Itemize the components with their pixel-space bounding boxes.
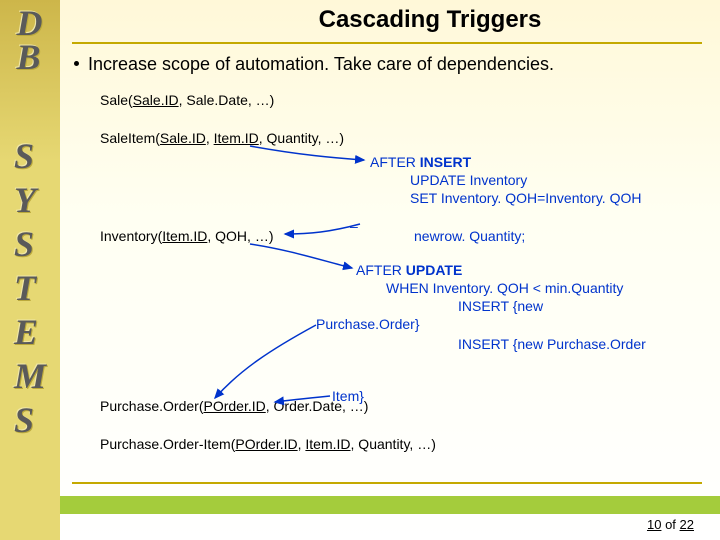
slide: D B S Y S T E M S Cascading Triggers Inc… (0, 0, 720, 540)
t: Sale.ID (133, 92, 179, 108)
trigger2-when: WHEN Inventory. QOH < min.Quantity (386, 280, 623, 296)
sidebar-s2: S (14, 222, 46, 266)
t: SaleItem( (100, 130, 160, 146)
t: , Quantity, …) (351, 436, 436, 452)
t: POrder.ID (235, 436, 297, 452)
bullet-text: Increase scope of automation. Take care … (88, 54, 554, 74)
slide-title: Cascading Triggers (180, 6, 680, 34)
trigger2-po: Purchase.Order} (316, 316, 420, 332)
sidebar-d: D (17, 6, 44, 40)
t: Purchase.Order( (100, 398, 203, 414)
trigger2-item: Item} (332, 388, 364, 404)
trigger1-newrow: newrow. Quantity; (414, 228, 525, 244)
content: Cascading Triggers Increase scope of aut… (60, 0, 720, 540)
sidebar-s: S (14, 134, 46, 178)
t: AFTER (356, 262, 406, 278)
page-cur: 10 (647, 517, 661, 532)
trigger2-insert2: INSERT {new Purchase.Order (458, 336, 646, 352)
sidebar-m: M (14, 354, 46, 398)
page-number: 10 of 22 (647, 517, 694, 532)
t: , QOH, …) (207, 228, 273, 244)
sidebar-e: E (14, 310, 46, 354)
trigger1-set: SET Inventory. QOH=Inventory. QOH (410, 190, 641, 206)
bullet-dot-icon (74, 61, 79, 66)
t: Inventory( (100, 228, 162, 244)
trigger1-update: UPDATE Inventory (410, 172, 527, 188)
t: AFTER (370, 154, 420, 170)
line-sale: Sale(Sale.ID, Sale.Date, …) (100, 92, 274, 108)
t: , Sale.Date, …) (179, 92, 275, 108)
line-purchaseorder-item: Purchase.Order-Item(POrder.ID, Item.ID, … (100, 436, 436, 452)
sidebar-systems: S Y S T E M S (14, 134, 46, 442)
line-inventory: Inventory(Item.ID, QOH, …) (100, 228, 274, 244)
trigger1-after: AFTER INSERT (370, 154, 471, 170)
sidebar-s3: S (14, 398, 46, 442)
t: , Quantity, …) (259, 130, 344, 146)
sidebar-y: Y (14, 178, 46, 222)
t: Sale( (100, 92, 133, 108)
t: Purchase.Order-Item( (100, 436, 235, 452)
t: UPDATE (406, 262, 463, 278)
rule-bottom (72, 482, 702, 484)
sidebar-t: T (14, 266, 46, 310)
t: Sale.ID (160, 130, 206, 146)
trigger2-after: AFTER UPDATE (356, 262, 462, 278)
t: POrder.ID (203, 398, 265, 414)
page-tot: 22 (680, 517, 694, 532)
sidebar-b: B (17, 40, 44, 74)
line-purchaseorder: Purchase.Order(POrder.ID, Order.Date, …) (100, 398, 368, 414)
sidebar-db: D B (17, 6, 44, 74)
bullet: Increase scope of automation. Take care … (74, 54, 554, 75)
t: Item.ID (162, 228, 207, 244)
line-saleitem: SaleItem(Sale.ID, Item.ID, Quantity, …) (100, 130, 344, 146)
trigger1-dash: – (350, 218, 358, 234)
page-of: of (661, 517, 679, 532)
sidebar: D B S Y S T E M S (0, 0, 60, 540)
trigger2-insert1: INSERT {new (458, 298, 543, 314)
t: Item.ID (214, 130, 259, 146)
footer-bar (60, 496, 720, 514)
t: INSERT (420, 154, 471, 170)
t: , (206, 130, 214, 146)
t: Item.ID (305, 436, 350, 452)
rule-top (72, 42, 702, 44)
